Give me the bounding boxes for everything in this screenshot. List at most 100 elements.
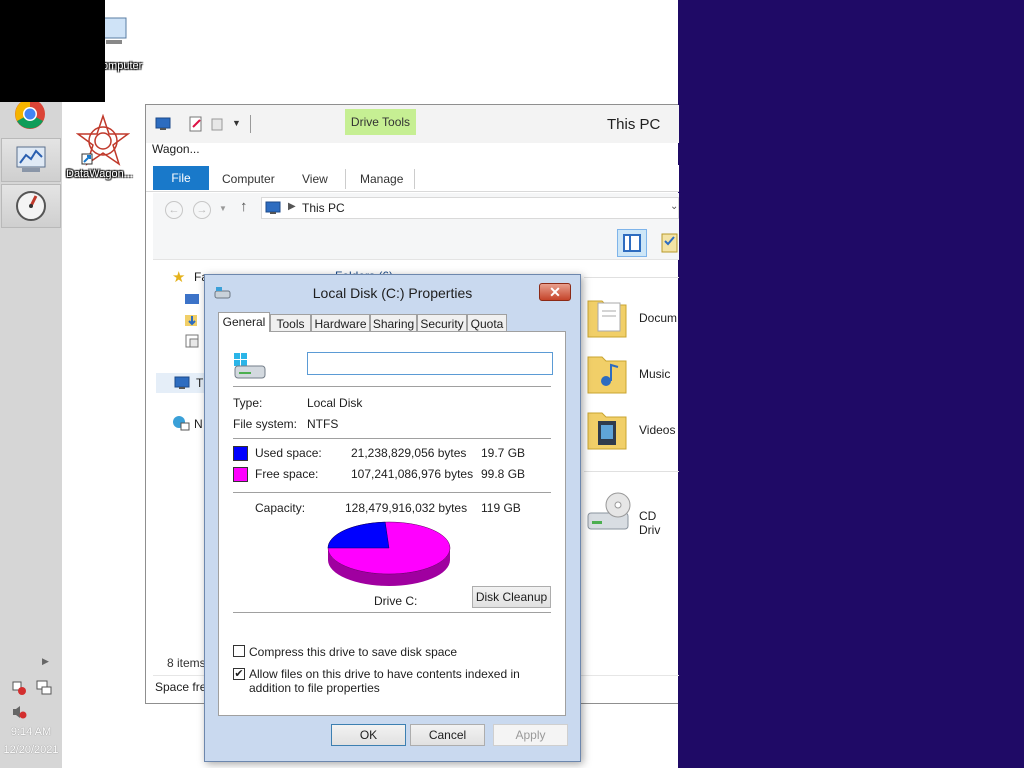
address-dropdown-icon[interactable]: ⌄: [670, 201, 678, 212]
taskbar: ▶ 9:14 AM 12/20/2021: [0, 99, 62, 768]
index-checkbox[interactable]: ✔: [233, 668, 245, 680]
used-space-swatch: [233, 446, 248, 461]
tab-hardware[interactable]: Hardware: [311, 314, 370, 332]
network-globe-icon: [173, 416, 190, 431]
breadcrumb-this-pc[interactable]: This PC: [302, 201, 345, 215]
disk-cleanup-button[interactable]: Disk Cleanup: [472, 586, 551, 608]
this-pc-icon: [265, 201, 281, 214]
tab-computer[interactable]: Computer: [222, 168, 275, 190]
window-title: This PC: [607, 116, 661, 133]
recent-places-icon: [185, 334, 199, 348]
filesystem-label: File system:: [233, 417, 298, 431]
compress-checkbox[interactable]: [233, 645, 245, 657]
list-item-videos[interactable]: Videos: [586, 405, 679, 455]
tool-taskbar-button[interactable]: [1, 184, 61, 228]
gauge-icon: [16, 191, 46, 221]
this-pc-icon: [155, 117, 171, 130]
drive-label: Drive C:: [374, 594, 418, 608]
nav-recent[interactable]: [184, 333, 200, 349]
details-pane-button[interactable]: [659, 231, 679, 255]
qat-label: Wagon...: [152, 142, 200, 156]
index-label[interactable]: Allow files on this drive to have conten…: [249, 667, 549, 695]
list-item-documents[interactable]: Docum: [586, 293, 679, 343]
dialog-title: Local Disk (C:) Properties: [312, 285, 473, 301]
divider: [233, 492, 551, 493]
divider: [584, 471, 679, 472]
type-value: Local Disk: [307, 396, 363, 410]
status-item-count: 8 items: [167, 656, 206, 670]
server-manager-taskbar-button[interactable]: [1, 138, 61, 182]
view-toolbar: [153, 229, 679, 260]
properties-icon: [189, 116, 202, 132]
list-item-label: Videos: [639, 423, 676, 437]
free-space-gb: 99.8 GB: [481, 467, 526, 481]
desktop-icon-datawagon[interactable]: DataWagon...: [64, 112, 144, 188]
flag-error-icon: [12, 681, 26, 695]
action-center-icon[interactable]: [11, 680, 27, 696]
this-pc-icon: [174, 376, 190, 389]
divider: [233, 612, 551, 613]
qat-computer-icon[interactable]: [155, 116, 173, 132]
dialog-titlebar[interactable]: Local Disk (C:) Properties ✕: [205, 275, 580, 309]
folder-icon: [211, 118, 223, 131]
network-icon[interactable]: [36, 680, 52, 696]
apply-button[interactable]: Apply: [493, 724, 568, 746]
qat-customize-dropdown[interactable]: ▼: [232, 118, 242, 130]
free-space-label: Free space:: [255, 467, 319, 481]
local-disk-icon: [234, 353, 266, 379]
videos-folder-icon: [587, 412, 627, 450]
capacity-label: Capacity:: [255, 501, 306, 515]
tab-tools[interactable]: Tools: [270, 314, 311, 332]
tab-manage[interactable]: Manage: [360, 168, 403, 190]
properties-dialog[interactable]: Local Disk (C:) Properties ✕ General Too…: [204, 274, 581, 762]
free-space-bytes: 107,241,086,976 bytes: [351, 467, 474, 481]
star-icon: ★: [172, 269, 186, 286]
qat-separator: [250, 115, 251, 133]
forward-button[interactable]: →: [193, 201, 211, 219]
music-folder-icon: [587, 356, 627, 394]
close-button[interactable]: ✕: [539, 283, 571, 301]
qat-newfolder-button[interactable]: [210, 116, 226, 132]
speaker-muted-icon: [13, 706, 27, 719]
filesystem-value: NTFS: [307, 417, 339, 431]
show-hidden-icons-button[interactable]: ▶: [42, 656, 54, 668]
clock-time[interactable]: 9:14 AM: [0, 726, 62, 738]
free-space-swatch: [233, 467, 248, 482]
preview-pane-button[interactable]: [617, 229, 647, 257]
back-button[interactable]: ←: [165, 201, 183, 219]
downloads-folder-icon: [185, 315, 197, 326]
desktop-icon: [185, 294, 199, 304]
volume-icon[interactable]: [11, 704, 27, 720]
ok-button[interactable]: OK: [331, 724, 406, 746]
list-item-cd-drive[interactable]: CD Driv: [586, 489, 679, 539]
tab-security[interactable]: Security: [417, 314, 467, 332]
tab-separator: [345, 169, 346, 189]
capacity-gb: 119 GB: [481, 501, 521, 515]
address-bar[interactable]: ▶ This PC ⌄: [261, 197, 679, 219]
up-button[interactable]: ↑: [240, 198, 248, 215]
details-pane-icon: [661, 233, 678, 253]
black-overlay: [0, 0, 105, 102]
type-label: Type:: [233, 396, 263, 410]
pie-slice-used: [327, 521, 390, 549]
tab-general[interactable]: General: [218, 312, 270, 332]
nav-desktop[interactable]: [184, 293, 200, 307]
volume-label-input[interactable]: [307, 352, 553, 375]
divider: [233, 438, 551, 439]
list-item-label: Music: [639, 367, 671, 381]
preview-pane-icon: [623, 234, 641, 252]
qat-properties-button[interactable]: [188, 116, 206, 132]
cancel-button[interactable]: Cancel: [410, 724, 485, 746]
nav-downloads[interactable]: [184, 312, 200, 328]
drive-tools-context-tab[interactable]: Drive Tools: [345, 109, 416, 135]
tab-file[interactable]: File: [153, 166, 209, 190]
used-space-label: Used space:: [255, 446, 322, 460]
tab-view[interactable]: View: [302, 168, 328, 190]
desktop-background-right: [678, 0, 1024, 768]
list-item-music[interactable]: Music: [586, 349, 679, 399]
compress-label[interactable]: Compress this drive to save disk space: [249, 645, 457, 659]
tab-sharing[interactable]: Sharing: [370, 314, 417, 332]
recent-locations-dropdown[interactable]: ▼: [219, 204, 227, 213]
tab-quota[interactable]: Quota: [467, 314, 507, 332]
clock-date[interactable]: 12/20/2021: [0, 744, 62, 756]
